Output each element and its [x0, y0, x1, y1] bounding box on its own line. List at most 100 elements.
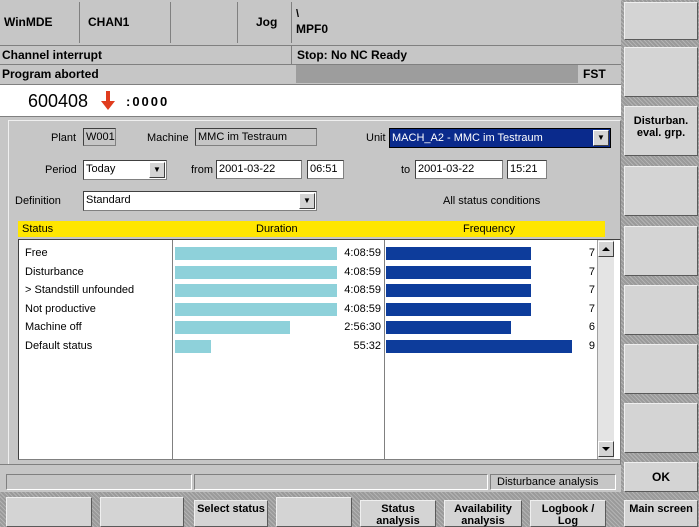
softkey-v4[interactable] [624, 166, 698, 216]
unit-label: Unit [366, 132, 386, 144]
separator [291, 2, 292, 43]
scroll-up-button[interactable] [598, 241, 614, 257]
softkey-v7[interactable] [624, 344, 698, 394]
chevron-up-icon [602, 247, 610, 251]
to-date-field[interactable]: 2001-03-22 [415, 160, 503, 179]
table-row[interactable]: Not productive 4:08:59 7 [19, 300, 604, 318]
unit-value: MACH_A2 - MMC im Testraum [392, 132, 543, 144]
period-select[interactable]: Today ▼ [83, 160, 167, 180]
to-time-field[interactable]: 15:21 [507, 160, 547, 179]
ok-button[interactable]: OK [624, 462, 698, 492]
progress-area [296, 65, 578, 83]
row-duration: 4:08:59 [344, 284, 381, 296]
program-status: Program aborted [2, 67, 99, 81]
row-duration: 4:08:59 [344, 302, 381, 315]
status-bar-cell [6, 474, 192, 490]
duration-bar [175, 265, 338, 279]
status-bar-cell: Disturbance analysis [490, 474, 616, 490]
softkey-label: Main screen [629, 503, 693, 515]
softkey-v5[interactable] [624, 226, 698, 276]
row-status: > Standstill unfounded [25, 284, 135, 296]
plant-field[interactable]: W001 [83, 128, 116, 146]
chevron-down-icon[interactable]: ▼ [593, 130, 609, 146]
alarm-arrow-icon [100, 89, 116, 113]
status-row-1: Channel interrupt Stop: No NC Ready [0, 46, 621, 64]
softkey-v8[interactable] [624, 403, 698, 453]
table-row[interactable]: Free 4:08:59 7 [19, 244, 604, 262]
softkey-v1[interactable] [624, 2, 698, 40]
unit-select[interactable]: MACH_A2 - MMC im Testraum ▼ [389, 128, 611, 148]
program-path: \ [296, 8, 300, 20]
frequency-bar [386, 265, 532, 279]
header-bar: WinMDE CHAN1 Jog \ MPF0 [0, 0, 621, 45]
machine-label: Machine [147, 132, 189, 144]
availability-analysis-button[interactable]: Availability analysis [444, 500, 522, 527]
row-status: Default status [25, 339, 93, 352]
row-duration: 2:56:30 [344, 321, 381, 333]
alarm-line: 600408 :0000 [0, 84, 621, 117]
row-frequency: 9 [588, 339, 595, 352]
softkey-h4[interactable] [276, 497, 352, 527]
machine-field[interactable]: MMC im Testraum [195, 128, 317, 146]
softkey-h1[interactable] [6, 497, 92, 527]
ok-label: OK [652, 470, 670, 484]
table-row[interactable]: Disturbance 4:08:59 7 [19, 263, 604, 281]
channel-status: Channel interrupt [2, 48, 103, 62]
row-duration: 4:08:59 [344, 247, 381, 259]
logbook-log-button[interactable]: Logbook / Log [530, 500, 606, 527]
table-body[interactable]: Free 4:08:59 7 Disturbance 4:08:59 7 > Standst… [18, 239, 621, 460]
from-time-field[interactable]: 06:51 [307, 160, 344, 179]
softkey-h2[interactable] [100, 497, 184, 527]
select-status-button[interactable]: Select status [194, 500, 268, 527]
table-row[interactable]: > Standstill unfounded 4:08:59 7 [19, 281, 604, 299]
row-frequency: 6 [588, 321, 595, 333]
status-row-2: Program aborted FST [0, 65, 621, 83]
softkey-label: Select status [197, 503, 265, 515]
duration-bar [175, 247, 338, 260]
row-status: Not productive [25, 302, 96, 315]
all-status-text: All status conditions [443, 195, 541, 207]
status-bar-text: Disturbance analysis [497, 476, 599, 488]
row-duration: 4:08:59 [344, 265, 381, 278]
stop-message: Stop: No NC Ready [297, 48, 408, 62]
softkey-label: Availability analysis [454, 503, 512, 527]
softkey-label: Status analysis [376, 503, 420, 527]
status-bar-cell [194, 474, 488, 490]
header-duration: Duration [256, 223, 298, 235]
softkey-v2[interactable] [624, 47, 698, 97]
status-bar: Disturbance analysis [0, 464, 621, 492]
plant-label: Plant [51, 132, 77, 144]
scrollbar[interactable] [597, 240, 614, 459]
period-value: Today [86, 163, 116, 175]
frequency-bar [386, 321, 511, 334]
alarm-number: 600408 [28, 91, 89, 111]
program-name: MPF0 [296, 22, 329, 36]
frequency-bar [386, 339, 572, 353]
scroll-down-button[interactable] [598, 441, 614, 457]
frequency-bar [386, 284, 532, 297]
definition-select[interactable]: Standard ▼ [83, 191, 317, 211]
status-analysis-button[interactable]: Status analysis [360, 500, 436, 527]
duration-bar [175, 284, 338, 297]
softkey-v6[interactable] [624, 285, 698, 335]
main-screen-button[interactable]: Main screen [624, 500, 698, 527]
from-date-field[interactable]: 2001-03-22 [216, 160, 302, 179]
chevron-down-icon [602, 447, 610, 451]
duration-bar [175, 321, 290, 334]
row-status: Disturbance [25, 265, 84, 278]
table-header: Status Duration Frequency [18, 221, 605, 237]
from-label: from [191, 164, 213, 176]
chevron-down-icon[interactable]: ▼ [299, 193, 315, 209]
chevron-down-icon[interactable]: ▼ [149, 162, 165, 178]
main-panel: Plant W001 Machine MMC im Testraum Unit … [8, 120, 621, 464]
definition-label: Definition [15, 195, 61, 207]
softkey-label: Disturban. eval. grp. [633, 115, 689, 139]
separator [291, 46, 292, 64]
row-duration: 55:32 [353, 339, 381, 352]
softkey-disturbance-eval-group[interactable]: Disturban. eval. grp. [624, 106, 698, 156]
alarm-code: :0000 [126, 94, 170, 109]
softkey-label: Logbook / Log [541, 503, 595, 527]
table-row[interactable]: Default status 55:32 9 [19, 337, 604, 355]
table-row[interactable]: Machine off 2:56:30 6 [19, 318, 604, 336]
frequency-bar [386, 247, 532, 260]
